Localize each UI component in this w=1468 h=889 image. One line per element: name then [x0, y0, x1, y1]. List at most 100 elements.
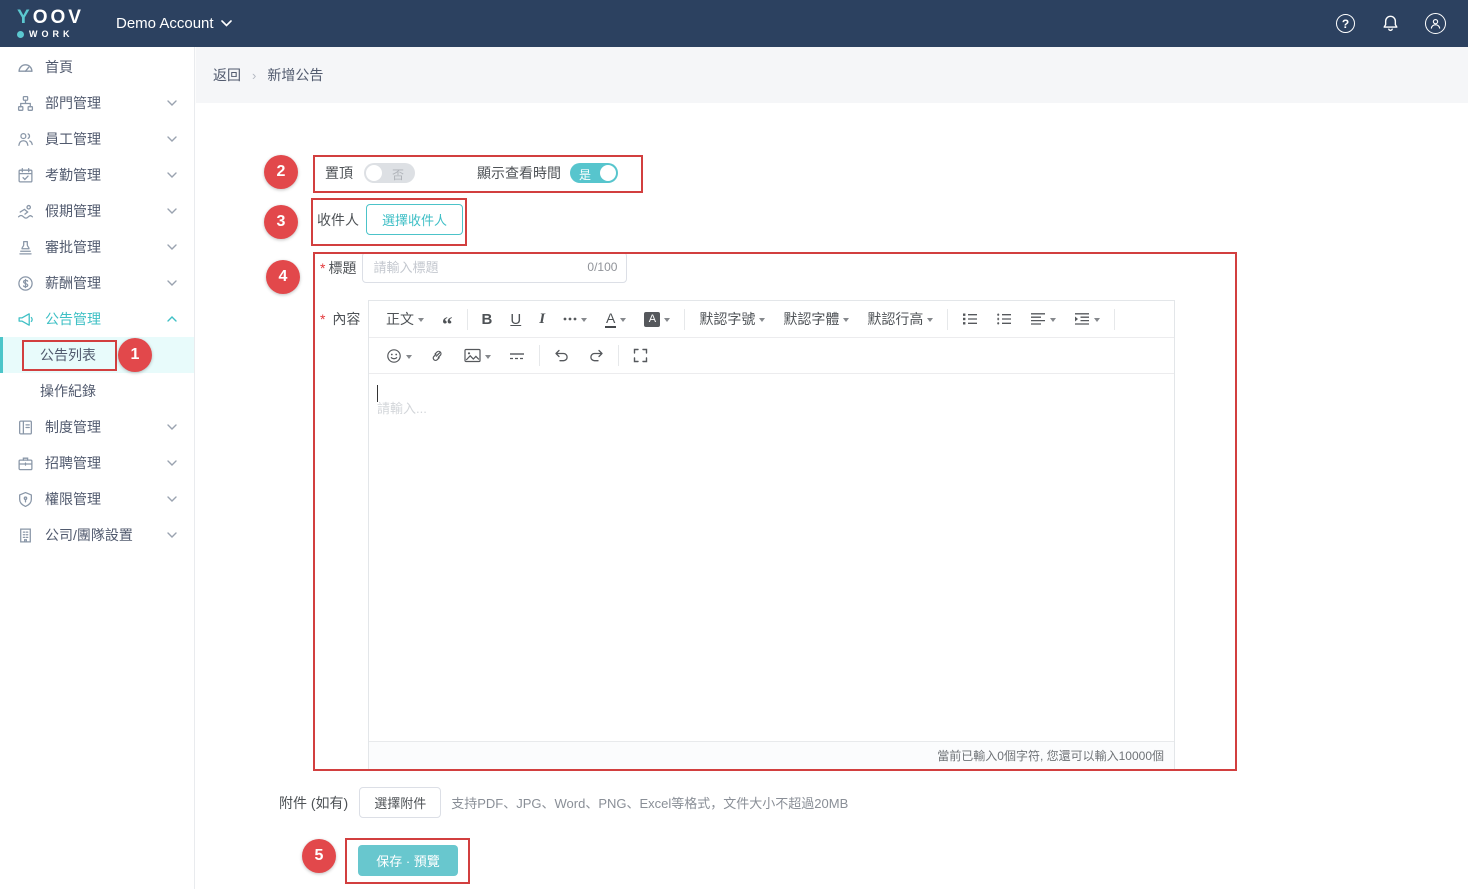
sidebar-item-leave[interactable]: 假期管理 [0, 193, 194, 229]
emoji-dropdown[interactable] [377, 338, 421, 373]
caret-down-icon [406, 355, 412, 362]
font-size-dropdown[interactable]: 默認字號 [690, 301, 774, 337]
sidebar-item-employees[interactable]: 員工管理 [0, 121, 194, 157]
rich-text-editor: 正文 “ B U I A A 默認字號 默認字體 默認行高 [368, 300, 1175, 770]
sidebar-item-label: 審批管理 [45, 237, 101, 257]
editor-content[interactable]: 請輸入... [369, 374, 1174, 741]
caret-down-icon [843, 318, 849, 325]
undo-icon [554, 348, 570, 363]
underline-button[interactable]: U [501, 301, 530, 337]
sidebar-item-recruitment[interactable]: 招聘管理 [0, 445, 194, 481]
help-icon: ? [1336, 14, 1355, 33]
attachment-label: 附件 (如有) [279, 793, 348, 813]
sidebar-item-announcements[interactable]: 公告管理 [0, 301, 194, 337]
save-preview-button[interactable]: 保存 · 預覽 [358, 845, 458, 876]
paragraph-style-dropdown[interactable]: 正文 [377, 301, 433, 337]
pin-toggle[interactable]: 否 [364, 163, 415, 183]
caret-down-icon [1050, 318, 1056, 325]
bullet-list-icon [962, 312, 978, 326]
more-styles-dropdown[interactable] [554, 301, 596, 337]
chevron-up-icon [167, 316, 177, 322]
font-color-dropdown[interactable]: A [596, 301, 635, 337]
sidebar-item-label: 假期管理 [45, 201, 101, 221]
blockquote-button[interactable]: “ [433, 301, 462, 337]
sidebar-subitem-label: 操作紀錄 [40, 381, 96, 401]
sidebar-subitem-operation-log[interactable]: 操作紀錄 [0, 373, 194, 409]
ordered-list-icon [996, 312, 1012, 326]
logo-oov: OOV [33, 7, 84, 28]
fullscreen-button[interactable] [624, 338, 657, 373]
sidebar-item-attendance[interactable]: 考勤管理 [0, 157, 194, 193]
sidebar-item-label: 權限管理 [45, 489, 101, 509]
sidebar-item-permissions[interactable]: 權限管理 [0, 481, 194, 517]
pin-toggle-value: 否 [392, 166, 404, 183]
vacation-icon [17, 203, 34, 220]
undo-button[interactable] [545, 338, 579, 373]
select-attachment-button[interactable]: 選擇附件 [359, 787, 441, 818]
sidebar-item-company-settings[interactable]: 公司/團隊設置 [0, 517, 194, 553]
bold-button[interactable]: B [473, 301, 502, 337]
title-label: 標題 [328, 258, 356, 278]
line-height-dropdown[interactable]: 默認行高 [858, 301, 942, 337]
ordered-list-button[interactable] [987, 301, 1021, 337]
toolbar-divider [467, 309, 468, 330]
italic-button[interactable]: I [530, 301, 554, 337]
sidebar-item-approvals[interactable]: 審批管理 [0, 229, 194, 265]
sidebar-item-departments[interactable]: 部門管理 [0, 85, 194, 121]
user-avatar[interactable] [1425, 13, 1446, 34]
insert-link-button[interactable] [421, 338, 455, 373]
content-char-counter: 當前已輸入0個字符, 您還可以輸入10000個 [937, 747, 1164, 764]
help-button[interactable]: ? [1335, 13, 1356, 34]
sidebar-item-policies[interactable]: 制度管理 [0, 409, 194, 445]
breadcrumb-separator: › [252, 68, 256, 83]
chevron-down-icon [167, 280, 177, 286]
sidebar-item-label: 考勤管理 [45, 165, 101, 185]
sidebar-item-label: 部門管理 [45, 93, 101, 113]
logo-work: WORK [29, 30, 74, 39]
required-mark: * [320, 260, 325, 276]
align-icon [1030, 312, 1046, 326]
caret-down-icon [485, 355, 491, 362]
sidebar-subitem-label: 公告列表 [40, 345, 96, 365]
top-header: YOOV WORK Demo Account ? [0, 0, 1468, 47]
insert-image-dropdown[interactable] [455, 338, 500, 373]
caret-down-icon [759, 318, 765, 325]
show-view-time-toggle[interactable]: 是 [570, 163, 618, 183]
attachment-hint: 支持PDF、JPG、Word、PNG、Excel等格式，文件大小不超過20MB [451, 793, 848, 812]
bullet-list-button[interactable] [953, 301, 987, 337]
back-link[interactable]: 返回 [213, 65, 241, 85]
sidebar-item-payroll[interactable]: 薪酬管理 [0, 265, 194, 301]
building-icon [17, 527, 34, 544]
quote-icon: “ [442, 319, 453, 329]
insert-divider-button[interactable] [500, 338, 534, 373]
underline-icon: U [510, 311, 521, 328]
caret-down-icon [927, 318, 933, 325]
font-family-dropdown[interactable]: 默認字體 [774, 301, 858, 337]
caret-down-icon [581, 318, 587, 325]
dollar-icon [17, 275, 34, 292]
account-switcher[interactable]: Demo Account [116, 15, 232, 32]
sidebar-subitem-announcement-list[interactable]: 公告列表 [0, 337, 194, 373]
bold-icon: B [482, 311, 493, 328]
redo-icon [588, 348, 604, 363]
highlight-icon: A [644, 312, 660, 327]
calendar-icon [17, 167, 34, 184]
sidebar-item-home[interactable]: 首頁 [0, 49, 194, 85]
editor-toolbar-row1: 正文 “ B U I A A 默認字號 默認字體 默認行高 [369, 301, 1174, 338]
highlight-color-dropdown[interactable]: A [635, 301, 679, 337]
align-dropdown[interactable] [1021, 301, 1065, 337]
redo-button[interactable] [579, 338, 613, 373]
org-chart-icon [17, 95, 34, 112]
chevron-down-icon [167, 208, 177, 214]
logo-y: Y [17, 7, 33, 28]
chevron-down-icon [167, 100, 177, 106]
fullscreen-icon [633, 348, 648, 363]
notifications-button[interactable] [1380, 13, 1401, 34]
indent-dropdown[interactable] [1065, 301, 1109, 337]
dashboard-icon [17, 59, 34, 76]
more-icon [563, 317, 577, 321]
chevron-down-icon [167, 532, 177, 538]
select-recipient-button[interactable]: 選擇收件人 [366, 204, 463, 235]
toolbar-divider [1114, 309, 1115, 330]
show-view-time-label: 顯示查看時間 [477, 163, 561, 183]
